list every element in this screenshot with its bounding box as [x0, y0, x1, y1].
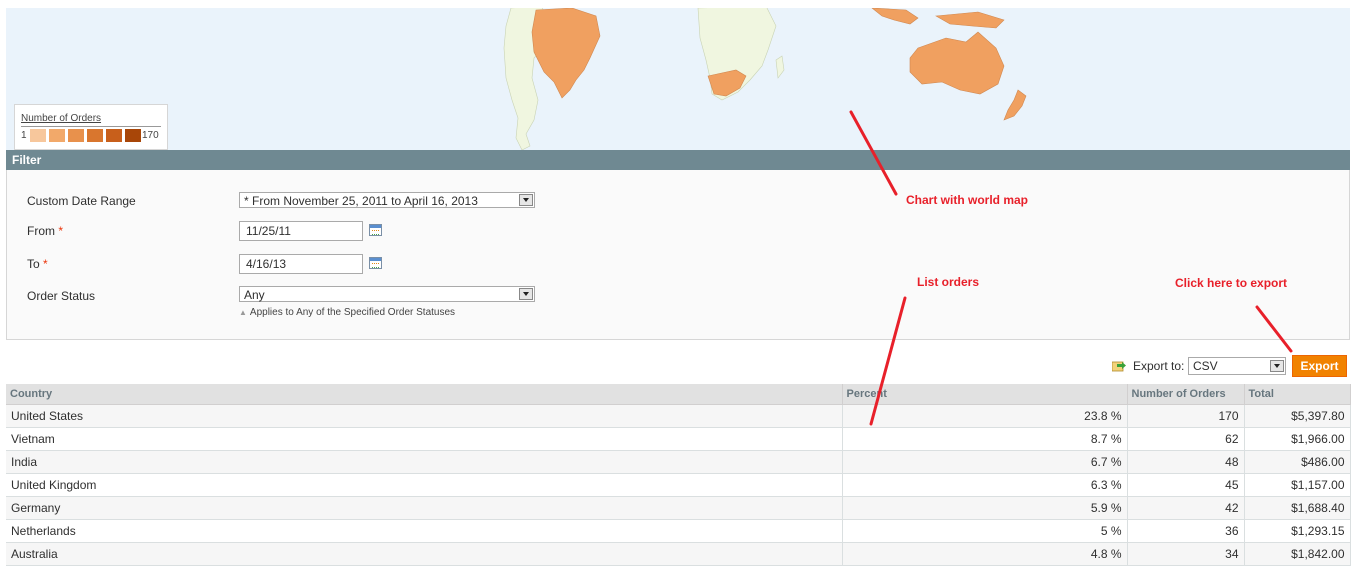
cell-country: India	[6, 450, 843, 474]
chevron-down-icon[interactable]	[1270, 360, 1284, 372]
world-map-svg	[503, 8, 1027, 150]
column-header-orders[interactable]: Number of Orders	[1127, 384, 1245, 405]
table-header-row: Country Percent Number of Orders Total	[6, 384, 1351, 405]
cell-total: $1,966.00	[1244, 427, 1351, 451]
cell-percent: 6.7 %	[842, 450, 1128, 474]
calendar-icon[interactable]	[369, 224, 382, 236]
legend-swatch	[87, 129, 103, 142]
legend-swatch	[49, 129, 65, 142]
orders-by-country-table: Country Percent Number of Orders Total U…	[6, 384, 1351, 566]
map-australia	[909, 31, 1005, 95]
order-status-note: ▲ Applies to Any of the Specified Order S…	[239, 307, 456, 318]
map-legend: Number of Orders 1 170	[14, 104, 168, 150]
cell-country: Australia	[6, 542, 843, 566]
date-range-value: * From November 25, 2011 to April 16, 20…	[244, 194, 478, 208]
table-row[interactable]: India 6.7 % 48 $486.00	[6, 450, 1351, 474]
export-label: Export to:	[1133, 359, 1185, 373]
cell-country: United States	[6, 404, 843, 428]
map-new-zealand	[1003, 89, 1027, 121]
cell-percent: 6.3 %	[842, 473, 1128, 497]
to-label: To *	[27, 257, 48, 271]
legend-title: Number of Orders	[21, 113, 102, 124]
cell-total: $1,842.00	[1244, 542, 1351, 566]
cell-total: $486.00	[1244, 450, 1351, 474]
cell-orders: 42	[1127, 496, 1245, 520]
filter-title: Filter	[12, 153, 42, 167]
order-status-value: Any	[244, 288, 265, 302]
cell-percent: 23.8 %	[842, 404, 1128, 428]
cell-percent: 5.9 %	[842, 496, 1128, 520]
map-madagascar	[775, 55, 785, 79]
table-row[interactable]: Vietnam 8.7 % 62 $1,966.00	[6, 427, 1351, 451]
cell-country: Netherlands	[6, 519, 843, 543]
table-row[interactable]: Germany 5.9 % 42 $1,688.40	[6, 496, 1351, 520]
cell-orders: 34	[1127, 542, 1245, 566]
column-header-total[interactable]: Total	[1244, 384, 1351, 405]
table-row[interactable]: Netherlands 5 % 36 $1,293.15	[6, 519, 1351, 543]
cell-total: $1,293.15	[1244, 519, 1351, 543]
cell-country: Vietnam	[6, 427, 843, 451]
chevron-down-icon[interactable]	[519, 194, 533, 206]
legend-divider	[21, 126, 161, 127]
from-label: From *	[27, 224, 64, 238]
cell-orders: 48	[1127, 450, 1245, 474]
cell-orders: 45	[1127, 473, 1245, 497]
table-row[interactable]: Australia 4.8 % 34 $1,842.00	[6, 542, 1351, 566]
legend-swatch	[125, 129, 141, 142]
filter-header[interactable]: Filter	[6, 150, 1350, 170]
annotation-export-note: Click here to export	[1175, 276, 1288, 290]
map-se-asia	[871, 8, 919, 25]
legend-max: 170	[142, 130, 159, 141]
annotation-list-note: List orders	[917, 275, 980, 289]
order-status-label: Order Status	[27, 289, 96, 303]
required-mark: *	[43, 257, 48, 271]
map-indonesia	[935, 11, 1005, 29]
legend-swatch	[68, 129, 84, 142]
cell-percent: 4.8 %	[842, 542, 1128, 566]
cell-total: $1,688.40	[1244, 496, 1351, 520]
export-format-value: CSV	[1193, 359, 1218, 373]
export-button[interactable]: Export	[1292, 355, 1347, 377]
export-format-select[interactable]: CSV	[1188, 357, 1286, 375]
export-icon	[1112, 361, 1126, 372]
legend-swatch	[106, 129, 122, 142]
cell-country: Germany	[6, 496, 843, 520]
cell-total: $5,397.80	[1244, 404, 1351, 428]
cell-total: $1,157.00	[1244, 473, 1351, 497]
cell-orders: 62	[1127, 427, 1245, 451]
column-header-percent[interactable]: Percent	[842, 384, 1128, 405]
to-date-input[interactable]: 4/16/13	[239, 254, 363, 274]
cell-country: United Kingdom	[6, 473, 843, 497]
order-status-select[interactable]: Any	[239, 286, 535, 302]
legend-swatch	[30, 129, 46, 142]
legend-min: 1	[21, 130, 27, 141]
from-date-input[interactable]: 11/25/11	[239, 221, 363, 241]
triangle-icon: ▲	[239, 308, 247, 317]
table-row[interactable]: United States 23.8 % 170 $5,397.80	[6, 404, 1351, 428]
filter-panel: Custom Date Range * From November 25, 20…	[6, 170, 1350, 340]
column-header-country[interactable]: Country	[6, 384, 843, 405]
world-map-chart[interactable]: Number of Orders 1 170	[6, 8, 1350, 150]
map-brazil	[531, 8, 601, 99]
cell-orders: 36	[1127, 519, 1245, 543]
required-mark: *	[58, 224, 64, 238]
chevron-down-icon[interactable]	[519, 288, 533, 300]
annotation-map-note: Chart with world map	[906, 193, 1029, 207]
date-range-label: Custom Date Range	[27, 194, 136, 208]
calendar-icon[interactable]	[369, 257, 382, 269]
cell-orders: 170	[1127, 404, 1245, 428]
cell-percent: 8.7 %	[842, 427, 1128, 451]
table-row[interactable]: United Kingdom 6.3 % 45 $1,157.00	[6, 473, 1351, 497]
date-range-select[interactable]: * From November 25, 2011 to April 16, 20…	[239, 192, 535, 208]
cell-percent: 5 %	[842, 519, 1128, 543]
